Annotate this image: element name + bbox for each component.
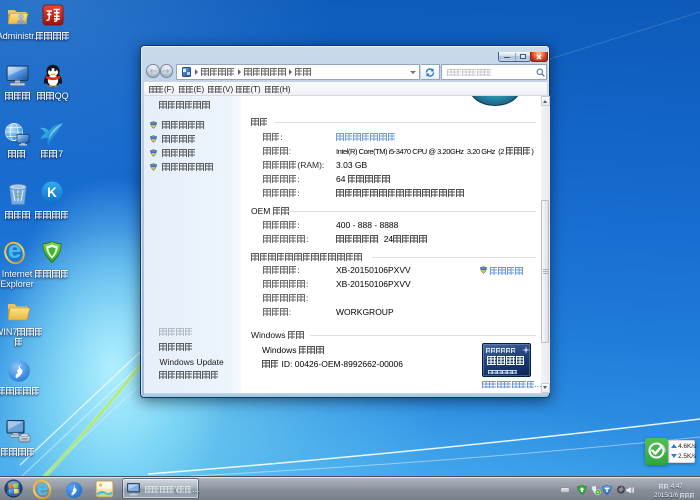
svg-text:K: K bbox=[47, 185, 57, 200]
